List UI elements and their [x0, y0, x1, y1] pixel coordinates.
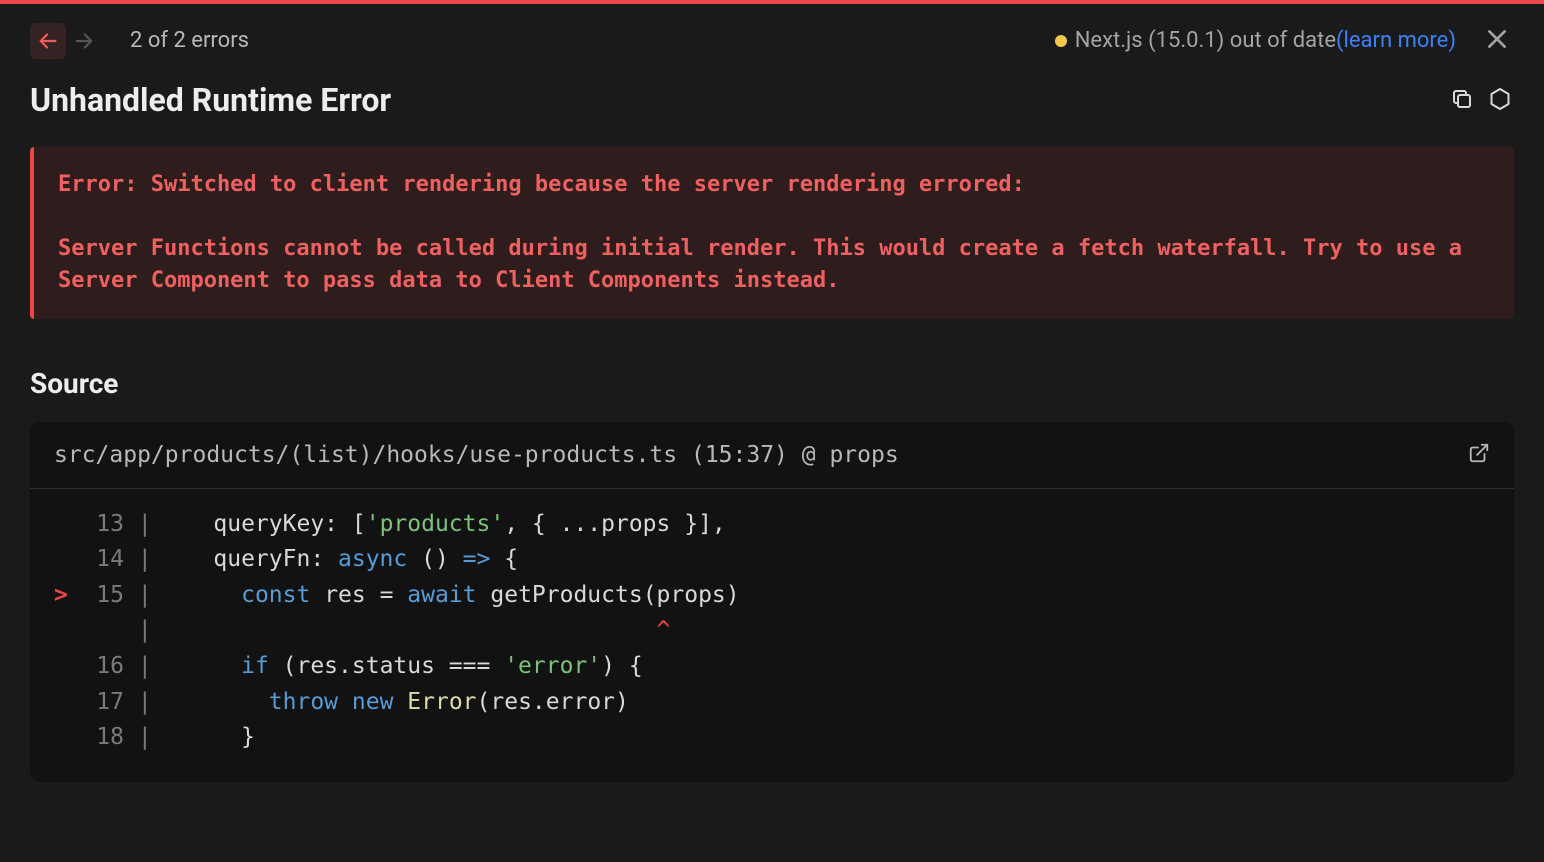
- source-heading: Source: [30, 367, 1514, 400]
- code-block: 13 | queryKey: ['products', { ...props }…: [30, 489, 1514, 782]
- close-icon: [1484, 26, 1510, 52]
- status-dot-icon: [1055, 35, 1067, 47]
- error-title: Unhandled Runtime Error: [30, 81, 391, 119]
- open-in-editor-button[interactable]: [1468, 442, 1490, 467]
- arrow-right-icon: [73, 30, 95, 52]
- nodejs-button[interactable]: [1486, 85, 1514, 116]
- next-error-button[interactable]: [66, 23, 102, 59]
- code-line: 13 | queryKey: ['products', { ...props }…: [54, 507, 1490, 543]
- version-text: Next.js (15.0.1) out of date: [1075, 28, 1336, 53]
- code-line: 17 | throw new Error(res.error): [54, 685, 1490, 721]
- error-count: 2 of 2 errors: [130, 28, 249, 53]
- copy-button[interactable]: [1448, 85, 1476, 116]
- code-line: 14 | queryFn: async () => {: [54, 542, 1490, 578]
- hexagon-icon: [1488, 87, 1512, 111]
- arrow-left-icon: [37, 30, 59, 52]
- overlay-header: 2 of 2 errors Next.js (15.0.1) out of da…: [30, 4, 1514, 81]
- version-status: Next.js (15.0.1) out of date (learn more…: [1055, 28, 1456, 53]
- error-message: Error: Switched to client rendering beca…: [30, 147, 1514, 319]
- code-line: 16 | if (res.status === 'error') {: [54, 649, 1490, 685]
- learn-more-link[interactable]: (learn more): [1336, 28, 1456, 53]
- code-line: >15 | const res = await getProducts(prop…: [54, 578, 1490, 614]
- prev-error-button[interactable]: [30, 23, 66, 59]
- source-box: src/app/products/(list)/hooks/use-produc…: [30, 422, 1514, 782]
- code-line: 18 | }: [54, 720, 1490, 756]
- error-nav: [30, 23, 102, 59]
- code-line: | ^: [54, 613, 1490, 649]
- close-button[interactable]: [1480, 22, 1514, 59]
- source-path: src/app/products/(list)/hooks/use-produc…: [54, 442, 899, 468]
- copy-icon: [1450, 87, 1474, 111]
- external-link-icon: [1468, 442, 1490, 464]
